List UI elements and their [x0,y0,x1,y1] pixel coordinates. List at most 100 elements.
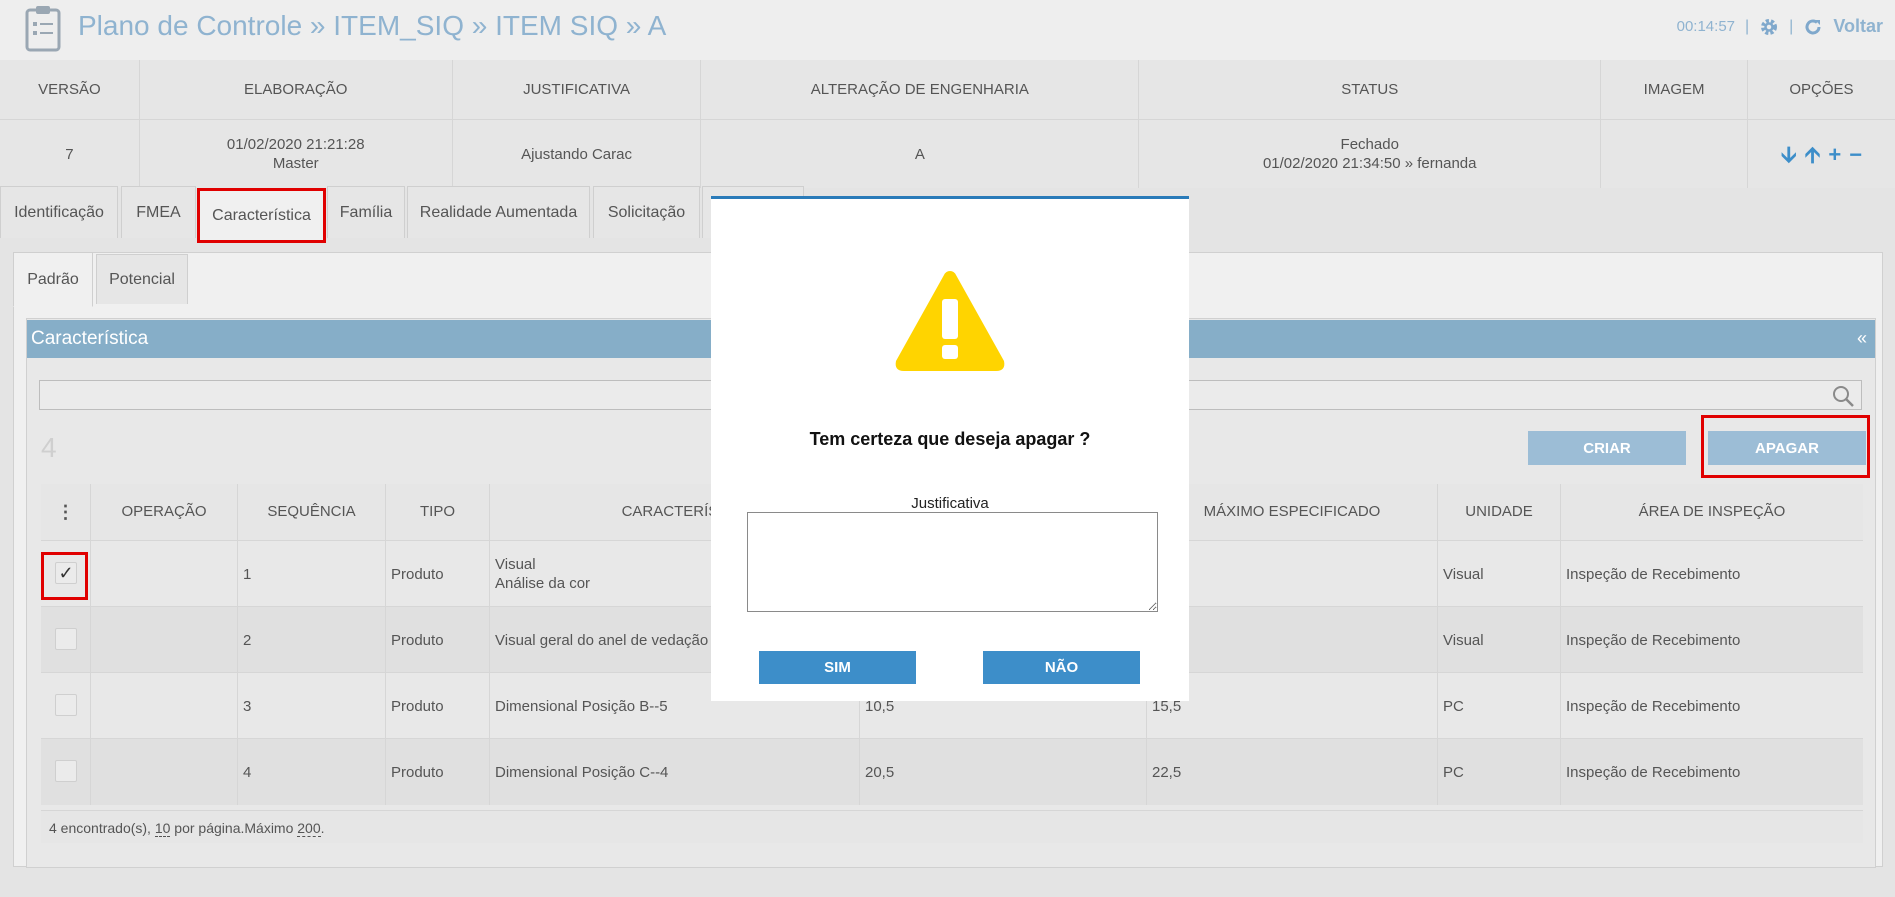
separator: | [1745,17,1750,35]
options-cell: 🡫 🡩 + − [1747,120,1895,189]
gear-icon[interactable] [1759,17,1779,37]
area-cell: Inspeção de Recebimento [1566,763,1741,781]
maximo-cell [1147,541,1438,607]
column-header[interactable]: ÁREA DE INSPEÇÃO [1561,484,1863,540]
tipo-cell: Produto [386,541,490,607]
maximo-cell: 22,5 [1147,739,1438,805]
dialog-message: Tem certeza que deseja apagar ? [809,429,1091,449]
sequencia-cell: 1 [238,541,386,607]
tab-identificacao[interactable]: Identificação [0,186,118,238]
no-button[interactable]: NÃO [983,651,1140,684]
version-number: 7 [0,119,140,188]
clipboard-icon [25,6,61,52]
justification: Ajustando Carac [452,119,702,188]
collapse-icon[interactable]: « [1857,328,1867,349]
operacao-cell [91,607,238,673]
back-link[interactable]: Voltar [1833,16,1883,37]
subtab-padrao[interactable]: Padrão [13,252,93,307]
select-cell [41,739,91,805]
elaboration-user: Master [272,155,319,172]
create-button[interactable]: CRIAR [1528,431,1686,465]
status-cell: Fechado 01/02/2020 21:34:50 » fernanda [1138,119,1602,188]
plus-icon[interactable]: + [1828,143,1841,165]
column-header: JUSTIFICATIVA [452,60,702,120]
area-cell: Inspeção de Recebimento [1566,697,1741,715]
version-table: VERSÃO ELABORAÇÃO JUSTIFICATIVA ALTERAÇÃ… [0,60,1895,188]
tab-fmea[interactable]: FMEA [121,186,196,238]
arrow-down-icon[interactable]: 🡫 [1781,143,1797,165]
column-header: ALTERAÇÃO DE ENGENHARIA [700,60,1140,120]
arrow-up-icon[interactable]: 🡩 [1805,143,1821,165]
caracteristica-cell: Dimensional Posição C--4 [490,739,860,805]
justification-field[interactable] [747,512,1158,612]
max-select[interactable]: 200 [297,820,321,837]
column-header: VERSÃO [0,60,140,120]
column-menu-icon[interactable]: ⋮ [41,484,91,540]
column-header[interactable]: MÁXIMO ESPECIFICADO [1147,484,1438,540]
sequencia-cell: 3 [238,673,386,739]
select-cell [41,607,91,673]
tipo-cell: Produto [386,673,490,739]
column-header[interactable]: SEQUÊNCIA [238,484,386,540]
panel-title: Característica [31,328,149,349]
highlight-box [41,552,88,600]
pagination-info: 4 encontrado(s), 10 por página.Máximo 20… [49,820,325,837]
sequencia-cell: 4 [238,739,386,805]
minus-icon[interactable]: − [1849,143,1862,165]
column-header[interactable]: TIPO [386,484,490,540]
yes-button[interactable]: SIM [759,651,916,684]
tab-caracteristica[interactable]: Característica [197,188,326,243]
per-page-select[interactable]: 10 [154,820,171,837]
maximo-cell [1147,607,1438,673]
status-value: Fechado [1340,136,1399,153]
unidade-cell: Visual [1438,541,1561,607]
grid-footer: 4 encontrado(s), 10 por página.Máximo 20… [41,810,1863,843]
area-cell: Inspeção de Recebimento [1566,565,1741,583]
column-header[interactable]: OPERAÇÃO [91,484,238,540]
tipo-cell: Produto [386,607,490,673]
warning-icon [895,271,1005,371]
highlight-box [1701,415,1870,478]
unidade-cell: PC [1438,673,1561,739]
version-header-row: VERSÃO ELABORAÇÃO JUSTIFICATIVA ALTERAÇÃ… [0,60,1895,120]
table-row[interactable]: 4 Produto Dimensional Posição C--4 20,5 … [41,738,1863,805]
row-checkbox[interactable] [55,760,77,782]
unidade-cell: Visual [1438,607,1561,673]
tab-realidade-aumentada[interactable]: Realidade Aumentada [407,186,590,238]
minimo-cell: 20,5 [860,739,1147,805]
operacao-cell [91,673,238,739]
pagination-text: por página.Máximo [170,820,298,836]
elaboration-date: 01/02/2020 21:21:28 [226,136,365,153]
tab-familia[interactable]: Família [327,186,405,238]
image-cell [1600,119,1748,188]
search-icon[interactable] [1831,384,1855,408]
confirm-dialog: Tem certeza que deseja apagar ? Justific… [711,196,1189,701]
column-header[interactable]: UNIDADE [1438,484,1561,540]
tipo-cell: Produto [386,739,490,805]
column-header: STATUS [1138,60,1602,120]
separator: | [1789,17,1794,35]
column-header: OPÇÕES [1747,60,1895,120]
pagination-end: . [320,820,325,836]
refresh-icon[interactable] [1803,17,1823,37]
status-detail: 01/02/2020 21:34:50 » fernanda [1262,155,1477,172]
top-bar: Plano de Controle » ITEM_SIQ » ITEM SIQ … [0,0,1895,60]
column-header: ELABORAÇÃO [139,60,453,120]
row-checkbox[interactable] [55,628,77,650]
row-checkbox[interactable] [55,694,77,716]
operacao-cell [91,541,238,607]
found-count: 4 encontrado(s), [49,820,155,836]
operacao-cell [91,739,238,805]
justification-label: Justificativa [911,495,989,512]
version-row[interactable]: 7 01/02/2020 21:21:28 Master Ajustando C… [0,119,1895,189]
area-cell: Inspeção de Recebimento [1566,631,1741,649]
subtab-potencial[interactable]: Potencial [96,254,188,304]
elaboration-cell: 01/02/2020 21:21:28 Master [139,119,453,188]
select-cell [41,673,91,739]
session-clock: 00:14:57 [1676,18,1735,35]
unidade-cell: PC [1438,739,1561,805]
caracteristica-line: Dimensional Posição C--4 [495,763,669,781]
maximo-cell: 15,5 [1147,673,1438,739]
column-header: IMAGEM [1600,60,1748,120]
tab-solicitacao[interactable]: Solicitação [593,186,700,238]
